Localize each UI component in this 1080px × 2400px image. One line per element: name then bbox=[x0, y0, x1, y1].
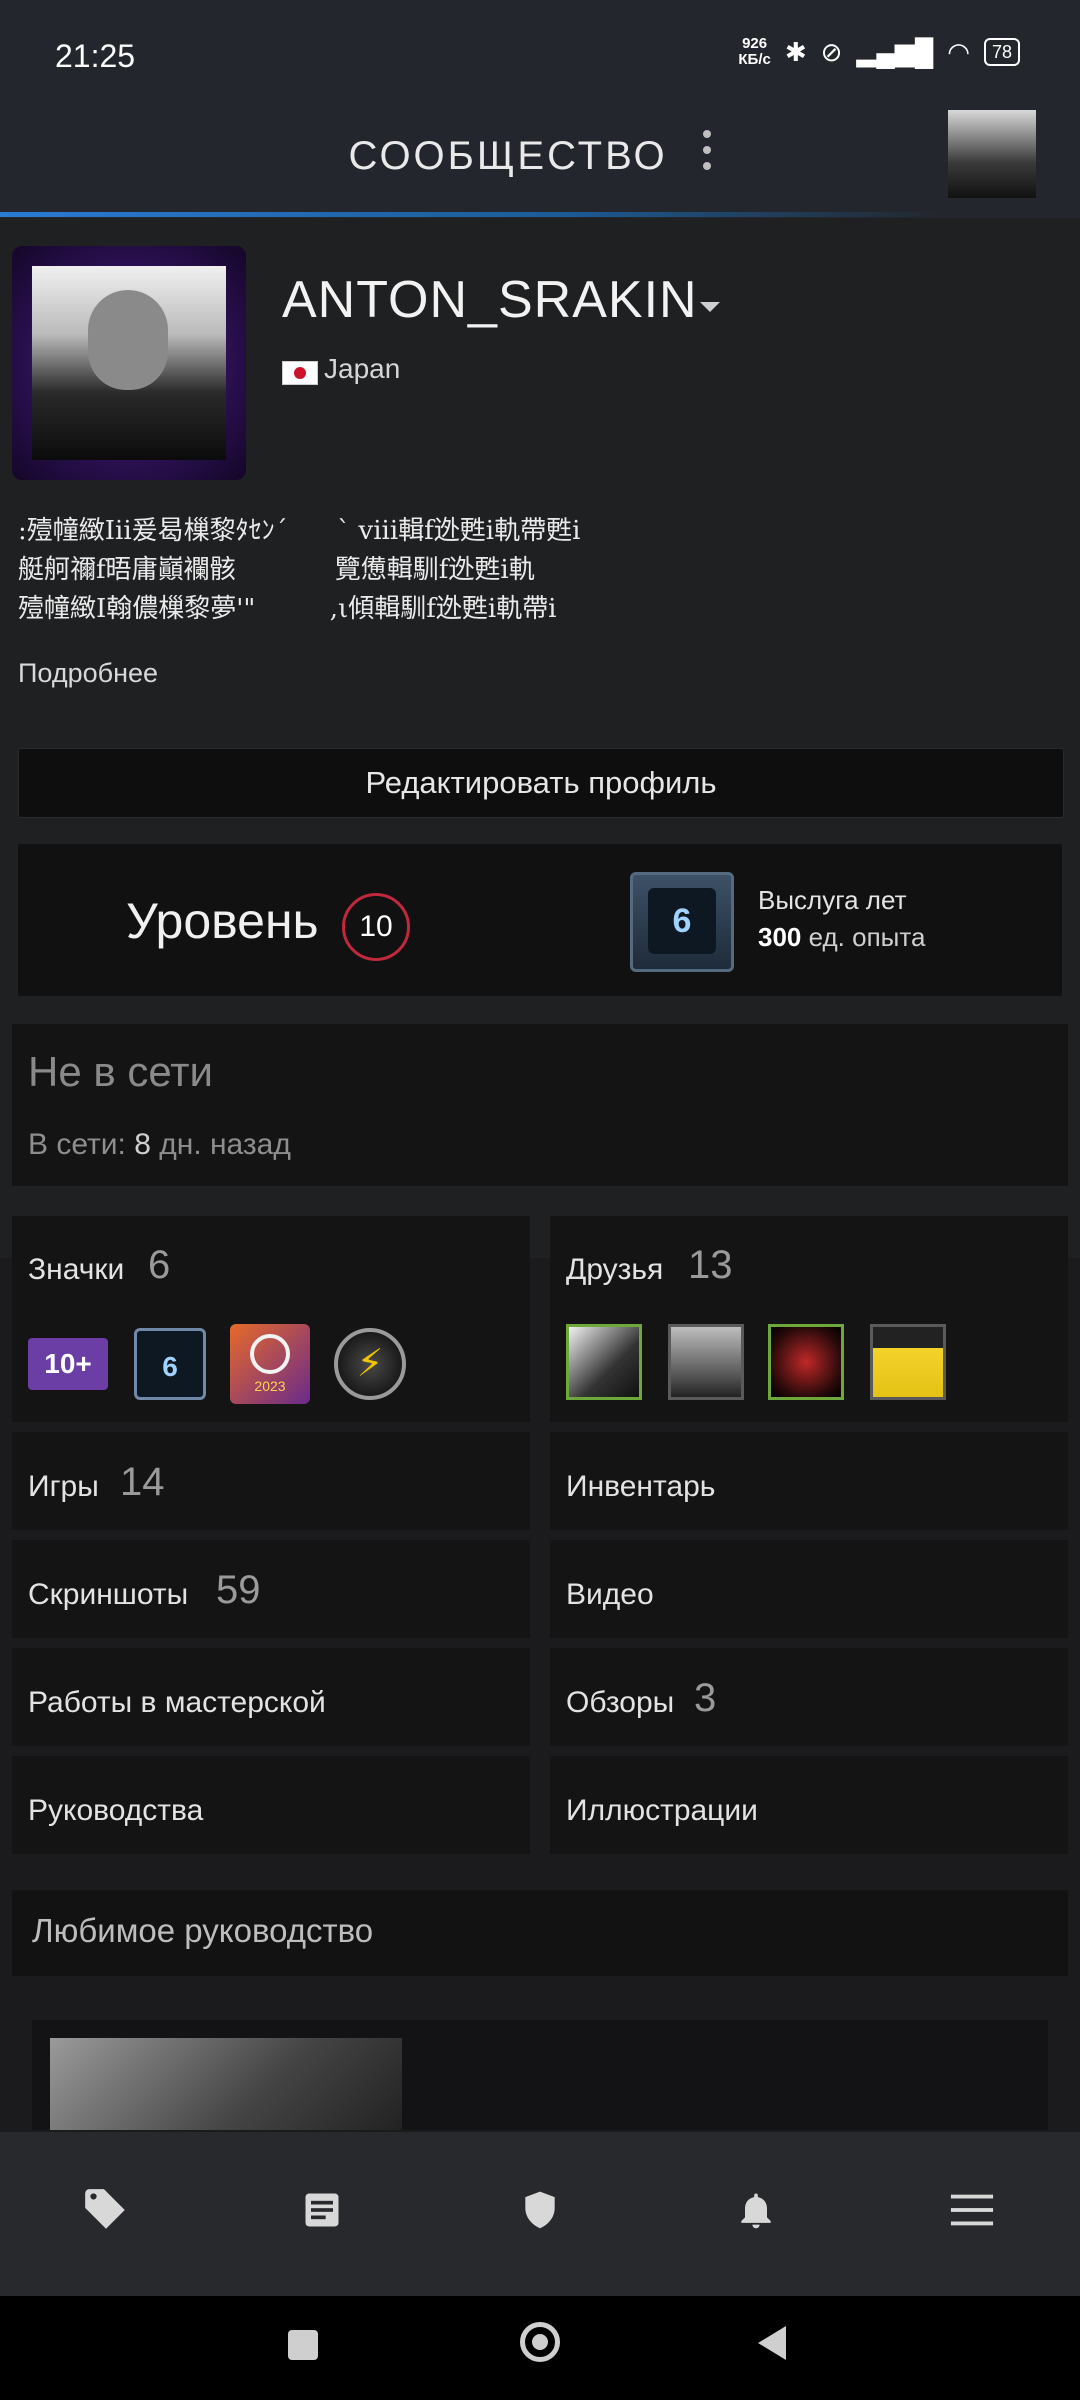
profile-username[interactable]: ANTON_SRAKIN bbox=[282, 270, 698, 330]
friend-avatar[interactable] bbox=[870, 1324, 946, 1400]
friends-count: 13 bbox=[688, 1243, 733, 1287]
screenshots-label: Скриншоты bbox=[28, 1578, 189, 1611]
shield-icon[interactable] bbox=[500, 2170, 580, 2250]
screenshots-count: 59 bbox=[216, 1568, 261, 1612]
badge-2023[interactable]: 2023 bbox=[230, 1324, 310, 1404]
signal-icon: ▂▄▆█ bbox=[856, 36, 934, 67]
more-options-icon[interactable] bbox=[700, 130, 714, 174]
status-icons: 926 КБ/с ✱ ⊘ ▂▄▆█ ◠ 78 bbox=[738, 36, 1020, 68]
badge-10-plus[interactable]: 10+ bbox=[28, 1338, 108, 1390]
videos-label: Видео bbox=[566, 1578, 654, 1611]
battery-icon: 78 bbox=[983, 38, 1020, 66]
friend-avatar[interactable] bbox=[668, 1324, 744, 1400]
level-value: 10 bbox=[342, 893, 410, 961]
level-label: Уровень bbox=[126, 893, 319, 949]
wifi-icon: ◠ bbox=[947, 36, 970, 67]
home-icon[interactable] bbox=[520, 2322, 560, 2362]
japan-flag-icon bbox=[282, 361, 318, 385]
artwork-label: Иллюстрации bbox=[566, 1794, 758, 1827]
friend-avatar[interactable] bbox=[566, 1324, 642, 1400]
avatar-face bbox=[88, 290, 168, 390]
more-link[interactable]: Подробнее bbox=[18, 658, 158, 689]
badge-title: Выслуга лет bbox=[758, 885, 907, 915]
net-speed: 926 КБ/с bbox=[738, 35, 771, 68]
friend-avatar[interactable] bbox=[768, 1324, 844, 1400]
badges-label: Значки bbox=[28, 1253, 125, 1286]
status-time: 21:25 bbox=[55, 38, 136, 74]
page-title: СООБЩЕСТВО bbox=[348, 134, 668, 178]
badge-years[interactable]: 6 bbox=[134, 1328, 206, 1400]
profile-country: Japan bbox=[324, 353, 401, 384]
header-avatar[interactable] bbox=[948, 110, 1036, 198]
inventory-label: Инвентарь bbox=[566, 1470, 716, 1503]
news-icon[interactable] bbox=[282, 2170, 362, 2250]
bluetooth-icon: ✱ bbox=[784, 36, 807, 67]
last-online: В сети: 8 дн. назад bbox=[28, 1128, 291, 1161]
recents-icon[interactable] bbox=[288, 2330, 318, 2360]
games-label: Игры bbox=[28, 1470, 99, 1503]
back-icon[interactable] bbox=[758, 2326, 786, 2360]
profile-bio: :殪幢緻Iii爰曷樔黎ﾀｾﾝ´ ` viii輯f迯甦i軌帶甦i 艇舸禰f晤庸巓襴… bbox=[18, 516, 581, 624]
favorite-guide-image[interactable] bbox=[50, 2038, 402, 2130]
favorite-guide-title: Любимое руководство bbox=[32, 1912, 374, 1949]
header-accent-line bbox=[0, 212, 940, 217]
games-count: 14 bbox=[120, 1460, 165, 1504]
years-badge-value: 6 bbox=[648, 888, 716, 954]
guides-label: Руководства bbox=[28, 1794, 204, 1827]
edit-profile-button[interactable]: Редактировать профиль bbox=[18, 748, 1064, 818]
chevron-down-icon[interactable] bbox=[700, 302, 720, 312]
menu-icon[interactable] bbox=[932, 2170, 1012, 2250]
reviews-label: Обзоры bbox=[566, 1686, 675, 1719]
badge-xp: 300 ед. опыта bbox=[758, 922, 926, 952]
badges-count: 6 bbox=[148, 1243, 171, 1287]
workshop-label: Работы в мастерской bbox=[28, 1686, 326, 1719]
online-status: Не в сети bbox=[28, 1048, 214, 1095]
bell-icon[interactable] bbox=[716, 2170, 796, 2250]
tag-icon[interactable] bbox=[66, 2170, 146, 2250]
friends-label: Друзья bbox=[566, 1253, 664, 1286]
lightning-badge-icon[interactable]: ⚡ bbox=[334, 1328, 406, 1400]
mute-icon: ⊘ bbox=[820, 36, 843, 67]
reviews-count: 3 bbox=[694, 1676, 717, 1720]
